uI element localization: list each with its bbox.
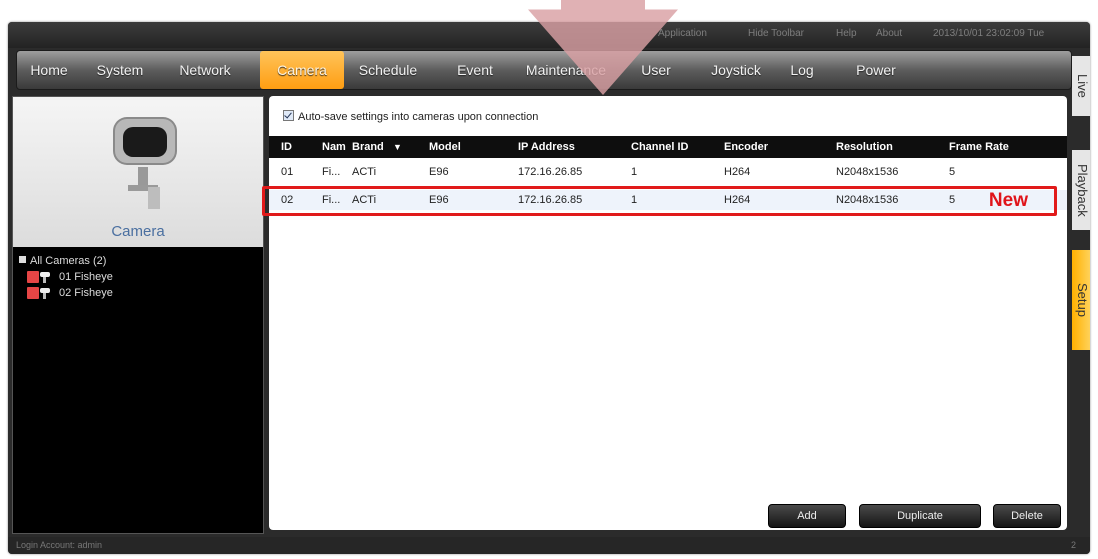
camera-section-title: Camera <box>111 223 165 240</box>
hide-toolbar-link[interactable]: Hide Toolbar <box>748 28 804 39</box>
menu-home[interactable]: Home <box>19 51 79 89</box>
tree-camera-label: 01 Fisheye <box>59 271 113 283</box>
tree-camera-02[interactable]: 02 Fisheye <box>19 285 113 301</box>
col-frame-rate[interactable]: Frame Rate <box>949 136 1009 158</box>
tree-camera-label: 02 Fisheye <box>59 287 113 299</box>
menu-camera[interactable]: Camera <box>260 51 344 89</box>
menu-log[interactable]: Log <box>777 51 827 89</box>
cell-id: 01 <box>281 166 294 178</box>
main-menu: Home System Network Camera Schedule Even… <box>16 50 1072 90</box>
new-row-highlight: New <box>262 186 1057 216</box>
menu-system[interactable]: System <box>85 51 155 89</box>
tree-root[interactable]: All Cameras (2) <box>19 253 113 269</box>
table-header: ID Nam Brand ▼ Model IP Address Channel … <box>269 136 1067 158</box>
col-id[interactable]: ID <box>281 136 292 158</box>
menu-joystick[interactable]: Joystick <box>699 51 773 89</box>
camera-sidebar: Camera All Cameras (2) 01 Fisheye 02 Fis… <box>12 96 264 534</box>
cell-model: E96 <box>429 166 449 178</box>
sort-down-icon[interactable]: ▼ <box>393 136 402 158</box>
cell-channel: 1 <box>631 166 638 178</box>
autosave-option[interactable]: Auto-save settings into cameras upon con… <box>283 110 538 123</box>
tab-playback[interactable]: Playback <box>1072 150 1090 230</box>
cell-name: Fi... <box>322 166 341 178</box>
menu-maintenance[interactable]: Maintenance <box>517 51 615 89</box>
add-button[interactable]: Add <box>768 504 846 528</box>
menu-network[interactable]: Network <box>165 51 245 89</box>
application-link[interactable]: Application <box>658 28 707 39</box>
cell-resolution: N2048x1536 <box>836 166 899 178</box>
status-count: 2 <box>1070 540 1076 550</box>
camera-icon <box>113 117 177 209</box>
cell-brand: ACTi <box>352 166 377 178</box>
col-brand[interactable]: Brand <box>352 136 384 158</box>
cell-encoder: H264 <box>724 166 751 178</box>
login-account: Login Account: admin <box>16 540 103 550</box>
status-bar: Login Account: admin 2 <box>8 537 1090 554</box>
cell-ip: 172.16.26.85 <box>518 166 583 178</box>
autosave-label: Auto-save settings into cameras upon con… <box>298 111 539 123</box>
camera-device-icon <box>27 286 55 300</box>
tab-setup[interactable]: Setup <box>1072 250 1090 350</box>
autosave-checkbox[interactable] <box>283 110 294 121</box>
col-resolution[interactable]: Resolution <box>836 136 893 158</box>
tree-camera-01[interactable]: 01 Fisheye <box>19 269 113 285</box>
menu-user[interactable]: User <box>627 51 685 89</box>
new-annotation-label: New <box>988 190 1028 211</box>
table-row[interactable]: 01 Fi... ACTi E96 172.16.26.85 1 H264 N2… <box>269 162 1067 182</box>
cell-frame-rate: 5 <box>949 166 956 178</box>
col-channel-id[interactable]: Channel ID <box>631 136 688 158</box>
tree-root-label: All Cameras (2) <box>30 255 107 267</box>
menu-event[interactable]: Event <box>440 51 510 89</box>
camera-header: Camera <box>13 97 263 247</box>
datetime: 2013/10/01 23:02:09 Tue <box>933 28 1045 39</box>
top-toolbar: Application Hide Toolbar Help About 2013… <box>8 22 1090 48</box>
col-name[interactable]: Nam <box>322 136 346 158</box>
about-link[interactable]: About <box>876 28 902 39</box>
menu-power[interactable]: Power <box>841 51 911 89</box>
duplicate-button[interactable]: Duplicate <box>859 504 981 528</box>
col-ip-address[interactable]: IP Address <box>518 136 575 158</box>
collapse-icon[interactable] <box>19 256 26 263</box>
menu-schedule[interactable]: Schedule <box>348 51 428 89</box>
tab-live[interactable]: Live <box>1072 56 1090 116</box>
delete-button[interactable]: Delete <box>993 504 1061 528</box>
camera-device-icon <box>27 270 55 284</box>
camera-tree: All Cameras (2) 01 Fisheye 02 Fisheye <box>19 253 113 301</box>
col-encoder[interactable]: Encoder <box>724 136 768 158</box>
camera-list-panel: Auto-save settings into cameras upon con… <box>269 96 1067 530</box>
col-model[interactable]: Model <box>429 136 461 158</box>
help-link[interactable]: Help <box>836 28 857 39</box>
